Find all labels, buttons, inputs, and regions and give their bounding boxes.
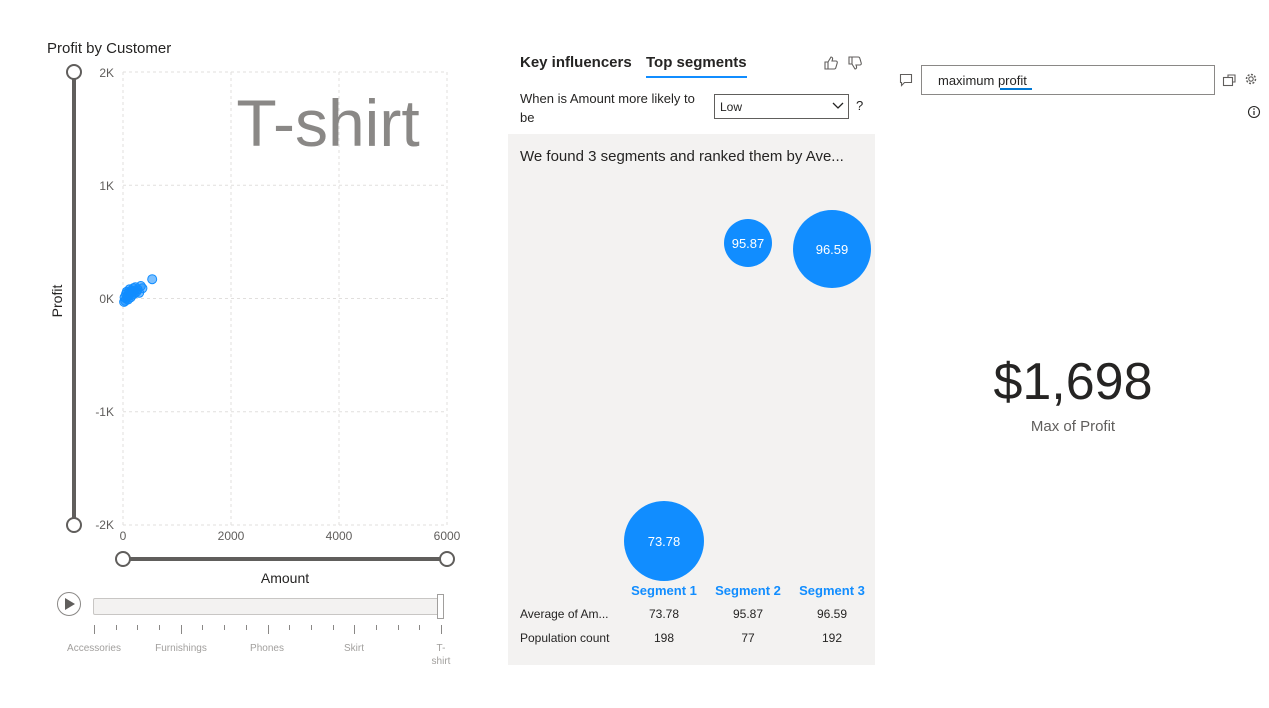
- y-axis-title: Profit: [49, 285, 65, 318]
- dropdown-value: Low: [720, 100, 743, 114]
- play-axis-label[interactable]: Skirt: [324, 642, 384, 655]
- thumbs-up-icon[interactable]: [823, 55, 839, 71]
- info-icon[interactable]: [1247, 105, 1261, 119]
- play-axis-tick: [310, 625, 312, 630]
- table-cell: 77: [741, 631, 755, 645]
- play-axis-tick: [375, 625, 377, 630]
- gear-icon[interactable]: [1245, 73, 1257, 85]
- segment-bubble[interactable]: 96.59: [793, 210, 871, 288]
- play-axis-label[interactable]: Phones: [237, 642, 297, 655]
- play-axis-tick: [245, 625, 247, 630]
- play-axis-tick: [202, 625, 204, 630]
- segment-name[interactable]: Segment 3: [792, 583, 872, 598]
- play-axis-tick: [137, 625, 139, 630]
- play-axis-tick: [397, 625, 399, 630]
- table-cell: 96.59: [816, 607, 848, 621]
- table-cell: 73.78: [648, 607, 680, 621]
- x-zoom-handle-left[interactable]: [115, 551, 131, 567]
- y-tick-label: -2K: [95, 518, 114, 532]
- play-axis-track[interactable]: [93, 598, 440, 615]
- y-tick-label: -1K: [95, 405, 114, 419]
- influencer-question: When is Amount more likely to be: [520, 91, 695, 125]
- value-dropdown[interactable]: Low: [714, 94, 849, 119]
- play-button[interactable]: [57, 592, 81, 616]
- scatter-points[interactable]: [119, 274, 158, 307]
- scatter-point[interactable]: [147, 274, 158, 285]
- row-label-population: Population count: [520, 631, 610, 645]
- play-axis-tick: [441, 625, 442, 634]
- x-tick-label: 6000: [434, 529, 461, 543]
- qa-query-text[interactable]: maximum profit: [938, 73, 1027, 88]
- tab-top-segments[interactable]: Top segments: [646, 54, 747, 71]
- x-tick-label: 4000: [326, 529, 353, 543]
- segments-headline: We found 3 segments and ranked them by A…: [520, 148, 844, 165]
- table-cell: 192: [821, 631, 843, 645]
- thumbs-down-icon[interactable]: [847, 55, 863, 71]
- segment-name[interactable]: Segment 1: [624, 583, 704, 598]
- segment-name[interactable]: Segment 2: [708, 583, 788, 598]
- play-axis-label[interactable]: Accessories: [64, 642, 124, 655]
- x-zoom-handle-right[interactable]: [439, 551, 455, 567]
- play-axis-label[interactable]: Furnishings: [151, 642, 211, 655]
- play-axis-tick: [289, 625, 291, 630]
- play-axis-thumb[interactable]: [437, 594, 444, 619]
- play-axis-watermark: T-shirt: [236, 86, 419, 160]
- comment-icon[interactable]: [899, 73, 913, 87]
- y-zoom-handle-top[interactable]: [66, 64, 82, 80]
- segment-bubble[interactable]: 95.87: [724, 219, 772, 267]
- play-axis-tick: [267, 625, 269, 634]
- chevron-down-icon: [832, 102, 844, 109]
- play-icon: [65, 598, 75, 610]
- row-label-average: Average of Am...: [520, 607, 609, 621]
- y-tick-label: 2K: [99, 66, 114, 80]
- x-axis-title: Amount: [261, 570, 309, 586]
- kpi-value: $1,698: [993, 353, 1153, 411]
- qa-term-underline: [1000, 88, 1032, 90]
- play-axis-tick: [115, 625, 117, 630]
- play-axis-tick: [419, 625, 421, 630]
- convert-visual-icon[interactable]: [1222, 72, 1237, 87]
- play-axis-tick: [180, 625, 182, 634]
- play-axis-tick: [354, 625, 356, 634]
- x-tick-label: 0: [120, 529, 127, 543]
- play-axis-tick: [94, 625, 95, 634]
- y-tick-label: 1K: [99, 179, 114, 193]
- scatter-point[interactable]: [137, 283, 148, 294]
- play-axis-tick: [224, 625, 226, 630]
- play-axis-tick: [159, 625, 161, 630]
- play-axis-tick: [332, 625, 334, 630]
- y-zoom-handle-bottom[interactable]: [66, 517, 82, 533]
- segment-bubble[interactable]: 73.78: [624, 501, 704, 581]
- x-tick-label: 2000: [218, 529, 245, 543]
- table-cell: 95.87: [732, 607, 764, 621]
- table-cell: 198: [653, 631, 675, 645]
- tab-key-influencers[interactable]: Key influencers: [520, 54, 632, 71]
- kpi-label: Max of Profit: [1030, 418, 1116, 435]
- play-axis-label[interactable]: T- shirt: [411, 642, 471, 668]
- y-tick-label: 0K: [99, 292, 114, 306]
- help-button[interactable]: ?: [856, 98, 863, 113]
- active-tab-indicator: [646, 76, 747, 78]
